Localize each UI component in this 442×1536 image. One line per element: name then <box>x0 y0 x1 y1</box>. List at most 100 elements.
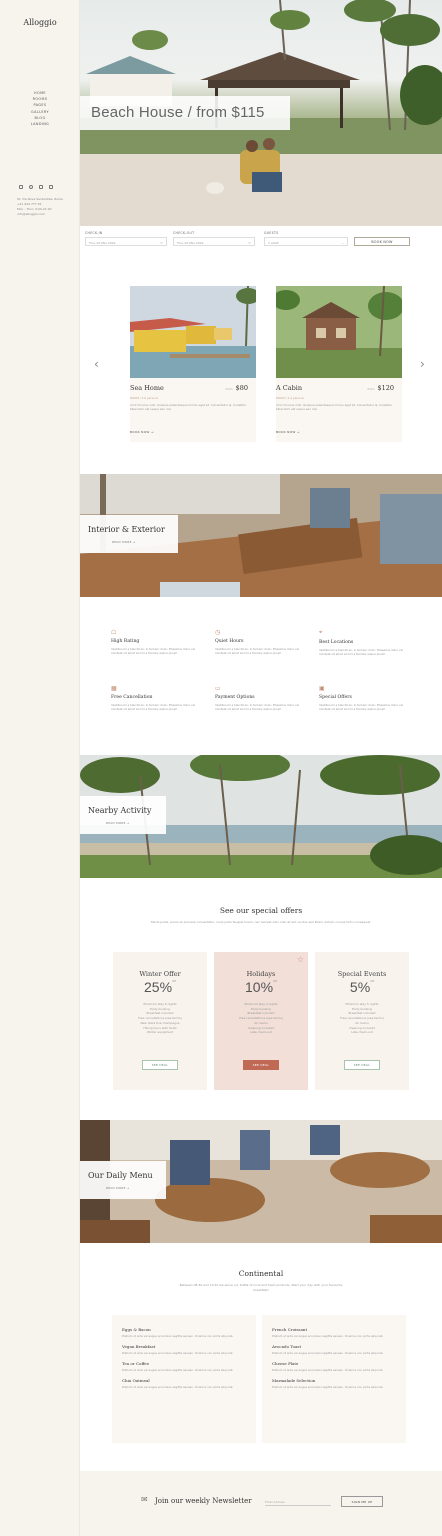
see-deal-button[interactable]: SEE DEAL <box>344 1060 380 1070</box>
offer-feature: Winter equipment <box>146 1030 174 1035</box>
offer-title: Special Events <box>337 970 387 978</box>
offer-feature: Late check-out <box>351 1030 373 1035</box>
menu-item-description: Pretium ut ante vel augue accumsan sagit… <box>272 1368 384 1372</box>
menu-item-name: French Croissant <box>272 1327 308 1332</box>
room-description: Id ut rhoncus odio. Quisque pellentesque… <box>130 403 247 412</box>
menu-item-name: Cheese Plate <box>272 1361 299 1366</box>
price-from: from <box>367 387 375 391</box>
room-card[interactable]: Sea Home from $80 ROOM / 4-6 persons Id u… <box>130 285 260 442</box>
activity-banner: Nearby Activity READ MORE → <box>80 755 442 878</box>
room-name: Sea Home <box>130 384 164 392</box>
offer-percent: 10%Off <box>214 979 308 995</box>
menu-banner-title: Our Daily Menu <box>88 1171 153 1180</box>
calendar-icon: ▭ <box>248 241 251 245</box>
book-now-button[interactable]: BOOK NOW <box>354 237 410 246</box>
feature-title: Quiet Hours <box>215 639 244 644</box>
contact-email[interactable]: info@alloggio.com <box>17 212 63 217</box>
menu-item: Eggs & Bacon Pretium ut ante vel augue ac… <box>122 1327 246 1338</box>
menu-item-name: Avocado Toast <box>272 1344 302 1349</box>
menu-item: French Croissant Pretium ut ante vel augu… <box>272 1327 396 1338</box>
checkout-value: Thu, 20 Mar 2022 <box>177 241 204 245</box>
contact-info: St. Via Nova Santantika, Rome +41 944 77… <box>17 197 63 217</box>
offer-percent: 5%Off <box>315 979 409 995</box>
checkin-field[interactable]: Thu, 20 Mar 2022 ▭ <box>85 237 167 246</box>
menu-item: Chia Oatmeal Pretium ut ante vel augue ac… <box>122 1378 246 1389</box>
rooms-carousel: ‹ › Sea Home from $80 ROOM / 4-6 persons … <box>80 254 442 472</box>
chevron-left-icon[interactable]: ‹ <box>94 357 99 371</box>
email-input[interactable]: Email Address <box>265 1498 331 1506</box>
interior-title: Interior & Exterior <box>88 525 165 534</box>
feature-title: Best Locations <box>319 640 354 645</box>
menu-banner: Our Daily Menu READ MORE → <box>80 1120 442 1243</box>
feature-description: Vestibulum a blandit ex, in tempor dolor… <box>215 647 300 656</box>
main-content: Beach House / from $115 CHECK-IN Thu, 20… <box>80 0 442 1536</box>
menu-column: French Croissant Pretium ut ante vel augu… <box>262 1315 406 1443</box>
hero-title-box: Beach House / from $115 <box>80 96 290 130</box>
chevron-down-icon: ⌄ <box>341 241 344 245</box>
tripadvisor-icon[interactable] <box>29 185 33 189</box>
offer-percent-value: 25% <box>144 979 173 995</box>
interior-title-box: Interior & Exterior READ MORE → <box>80 515 178 553</box>
feature-description: Vestibulum a blandit ex, in tempor dolor… <box>111 703 196 712</box>
feature-title: High Rating <box>111 639 140 644</box>
menu-title: Continental <box>238 1269 284 1278</box>
hero: Beach House / from $115 <box>80 0 442 226</box>
nav-item-landing[interactable]: LANDING <box>0 121 80 127</box>
menu-item: Tea or Coffee Pretium ut ante vel augue a… <box>122 1361 246 1372</box>
feature-item: ⌖ Best Locations Vestibulum a blandit ex… <box>319 629 409 656</box>
offer-card: Winter Offer 25%Off Minimum stay 6 night… <box>113 952 207 1090</box>
facebook-icon[interactable] <box>39 185 43 189</box>
chevron-right-icon[interactable]: › <box>420 357 425 371</box>
checkout-label: CHECK-OUT <box>173 231 195 235</box>
guests-value: 1 Adult <box>268 241 279 245</box>
room-book-link[interactable]: BOOK NOW → <box>130 430 154 434</box>
guests-select[interactable]: 1 Adult ⌄ <box>264 237 348 246</box>
features-grid: ☖ High Rating Vestibulum a blandit ex, i… <box>80 597 442 755</box>
menu-item: Avocado Toast Pretium ut ante vel augue a… <box>272 1344 396 1355</box>
room-price: from $80 <box>226 384 248 392</box>
menu-item-description: Pretium ut ante vel augue accumsan sagit… <box>272 1385 384 1389</box>
room-card[interactable]: A Cabin from $120 ROOM / 2-4 persons Id u… <box>272 285 404 442</box>
offer-off-label: Off <box>172 979 176 983</box>
menu-item-name: Marmalade Selection <box>272 1378 316 1383</box>
offer-percent: 25%Off <box>113 979 207 995</box>
checkin-value: Thu, 20 Mar 2022 <box>89 241 116 245</box>
menu-column: Eggs & Bacon Pretium ut ante vel augue ac… <box>112 1315 256 1443</box>
youtube-icon[interactable] <box>49 185 53 189</box>
menu-item-description: Pretium ut ante vel augue accumsan sagit… <box>272 1351 384 1355</box>
clock-icon: ◷ <box>215 629 221 636</box>
logo[interactable]: Alloggio <box>0 18 80 27</box>
room-description: Id ut rhoncus odio. Quisque pellentesque… <box>276 403 393 412</box>
room-price: from $120 <box>367 384 394 392</box>
see-deal-button[interactable]: SEE DEAL <box>243 1060 279 1070</box>
newsletter-bar: ✉ Join our weekly Newsletter Email Addre… <box>80 1471 442 1536</box>
offers-title: See our special offers <box>219 906 303 915</box>
instagram-icon[interactable] <box>19 185 23 189</box>
feature-description: Vestibulum a blandit ex, in tempor dolor… <box>111 647 196 656</box>
interior-read-more[interactable]: READ MORE → <box>112 540 136 544</box>
sign-up-button[interactable]: SIGN ME UP <box>341 1496 383 1507</box>
feature-title: Special Offers <box>319 695 352 700</box>
room-meta: ROOM / 2-4 persons <box>276 396 304 400</box>
menu-read-more[interactable]: READ MORE → <box>106 1186 130 1190</box>
offer-features: Minimum stay 5 nights Early booking Brea… <box>315 1002 409 1035</box>
offers-section: See our special offers Morbi porta, puru… <box>80 878 442 1120</box>
activity-read-more[interactable]: READ MORE → <box>106 821 130 825</box>
room-meta: ROOM / 4-6 persons <box>130 396 158 400</box>
checkin-label: CHECK-IN <box>85 231 103 235</box>
feature-title: Payment Options <box>215 695 255 700</box>
offer-off-label: Off <box>273 979 277 983</box>
booking-bar: CHECK-IN Thu, 20 Mar 2022 ▭ CHECK-OUT Thu… <box>80 226 442 254</box>
price-from: from <box>225 387 233 391</box>
menu-item-name: Chia Oatmeal <box>122 1378 150 1383</box>
see-deal-button[interactable]: SEE DEAL <box>142 1060 178 1070</box>
map-pin-icon: ⌖ <box>319 629 323 636</box>
room-book-link[interactable]: BOOK NOW → <box>276 430 300 434</box>
menu-item-description: Pretium ut ante vel augue accumsan sagit… <box>122 1385 234 1389</box>
card-icon: ▭ <box>215 685 221 692</box>
offer-features: Minimum stay 6 nights Early booking Brea… <box>113 1002 207 1035</box>
calendar-icon: ▦ <box>111 685 117 692</box>
checkout-field[interactable]: Thu, 20 Mar 2022 ▭ <box>173 237 255 246</box>
activity-title: Nearby Activity <box>88 806 152 815</box>
offer-features: Minimum stay 4 nights Early booking Brea… <box>214 1002 308 1035</box>
